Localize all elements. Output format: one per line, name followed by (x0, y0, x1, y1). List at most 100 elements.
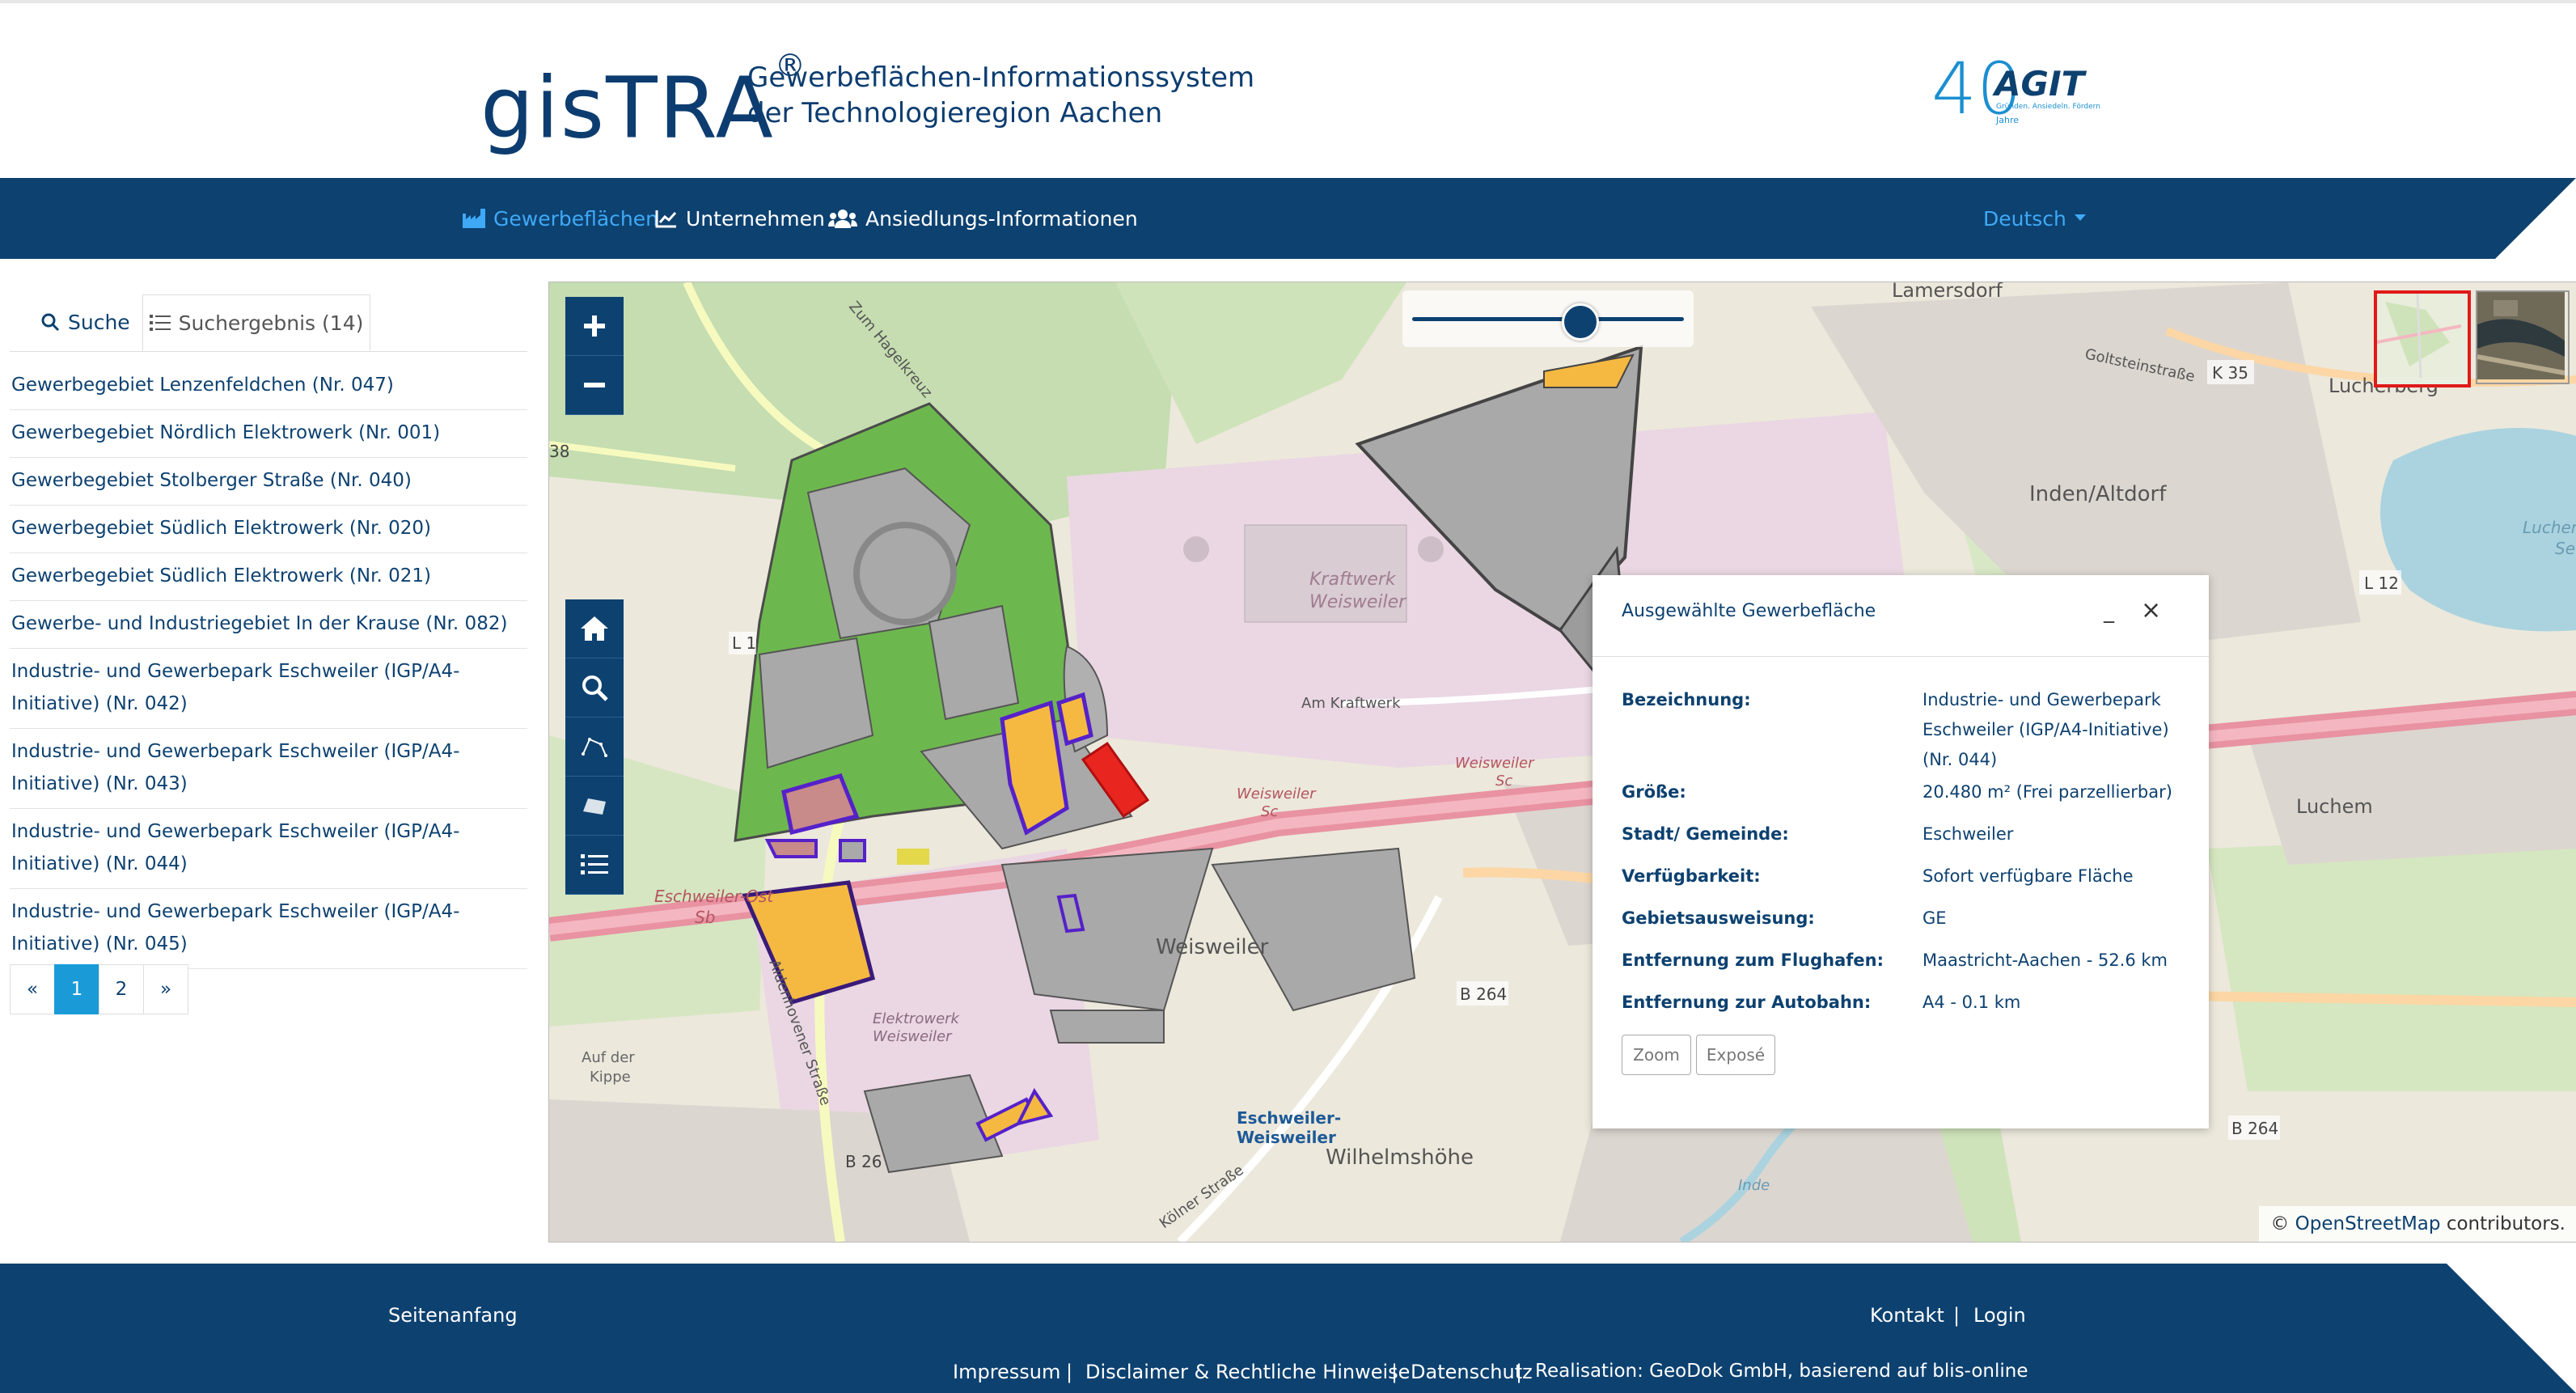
map-label: B 26 (845, 1152, 882, 1171)
popup-label: Größe: (1622, 782, 1686, 802)
datenschutz-link[interactable]: Datenschutz (1411, 1361, 1533, 1383)
popup-value: Eschweiler (1922, 824, 2014, 844)
map-label: K 35 (2212, 363, 2248, 383)
map-label: Weisweiler (1237, 1128, 1336, 1147)
popup-label: Stadt/ Gemeinde: (1622, 824, 1789, 844)
result-item[interactable]: Industrie- und Gewerbepark Eschweiler (I… (10, 809, 527, 889)
impressum-link[interactable]: Impressum (953, 1361, 1060, 1383)
parcel-grey[interactable] (1049, 1010, 1165, 1044)
footer-separator: | (1516, 1361, 1523, 1383)
nav-label: Unternehmen (686, 206, 825, 231)
measure-area-button[interactable] (565, 777, 624, 836)
result-item[interactable]: Gewerbegebiet Stolberger Straße (Nr. 040… (10, 458, 527, 506)
selected-parcel-popup: Ausgewählte Gewerbefläche _ × Bezeichnun… (1593, 575, 2209, 1128)
cooling-tower (1418, 536, 1444, 562)
search-map-button[interactable] (565, 658, 624, 718)
result-item[interactable]: Industrie- und Gewerbepark Eschweiler (I… (10, 889, 527, 969)
caret-down-icon (2074, 214, 2086, 221)
map-view[interactable]: Lamersdorf Goltsteinstraße K 35 Lucherbe… (548, 282, 2576, 1243)
line-chart-icon (655, 210, 677, 228)
disclaimer-link[interactable]: Disclaimer & Rechtliche Hinweise (1085, 1361, 1410, 1383)
zoom-out-button[interactable] (565, 356, 624, 415)
basemap-aerial-thumbnail[interactable] (2476, 290, 2570, 384)
map-label: Auf der (582, 1049, 635, 1066)
map-label: Sb (695, 908, 715, 927)
map-label: Lucher (2523, 518, 2576, 537)
agit-logo-graphic: 40 AGIT Gründen. Ansiedeln. Fördern. Jah… (1931, 47, 2103, 130)
map-label: Weisweiler (1237, 785, 1317, 802)
parcel-grey[interactable] (928, 604, 1020, 721)
map-label: Sc (1261, 803, 1278, 820)
nav-item-ansiedlung[interactable]: Ansiedlungs-Informationen (828, 202, 1138, 235)
map-label: Weisweiler (1309, 592, 1407, 612)
map-label: B 264 (1460, 984, 1507, 1004)
pagination-page-1[interactable]: 1 (54, 964, 99, 1014)
measure-distance-button[interactable] (565, 718, 624, 777)
aerial-thumbnail-icon (2477, 292, 2565, 379)
parcel-reserved[interactable] (764, 839, 818, 858)
nav-item-gewerbeflaechen[interactable]: Gewerbeflächen (463, 202, 658, 235)
kontakt-link[interactable]: Kontakt (1870, 1304, 1944, 1327)
logo-text: gisTRA (480, 58, 775, 158)
openstreetmap-link[interactable]: OpenStreetMap (2295, 1213, 2441, 1234)
map-label: Luchem (2296, 795, 2373, 818)
main-navbar (0, 178, 2576, 259)
map-label: Inden/Altdorf (2029, 482, 2167, 506)
realisation-link[interactable]: Realisation: GeoDok GmbH, basierend auf … (1535, 1361, 2028, 1382)
result-item[interactable]: Gewerbegebiet Nördlich Elektrowerk (Nr. … (10, 410, 527, 458)
measure-line-icon (582, 738, 607, 757)
footer-separator: | (1391, 1361, 1398, 1383)
legend-button[interactable] (565, 836, 624, 895)
popup-label: Entfernung zum Flughafen: (1622, 951, 1884, 970)
parcel-yellow[interactable] (897, 849, 929, 865)
popup-label: Gebietsausweisung: (1622, 908, 1815, 928)
users-icon (828, 210, 857, 228)
footer-separator: | (1953, 1304, 1961, 1327)
opacity-slider[interactable] (1402, 290, 1694, 347)
popup-close-button[interactable]: × (2141, 596, 2161, 625)
map-label: Lamersdorf (1892, 282, 2003, 302)
sidebar-tabs: Suche Suchergebnis (14) (10, 294, 527, 352)
tab-label: Suche (68, 310, 130, 334)
basemap-osm-thumbnail[interactable] (2374, 290, 2471, 387)
agit-logo[interactable]: 40 AGIT Gründen. Ansiedeln. Fördern. Jah… (1931, 47, 2103, 131)
tab-label: Suchergebnis (14) (178, 311, 364, 335)
result-item[interactable]: Industrie- und Gewerbepark Eschweiler (I… (10, 729, 527, 809)
zoom-to-parcel-button[interactable]: Zoom (1622, 1035, 1691, 1075)
parcel-outline[interactable] (839, 839, 866, 862)
popup-value: GE (1922, 908, 1947, 928)
popup-minimize-button[interactable]: _ (2104, 599, 2114, 624)
result-item[interactable]: Gewerbegebiet Südlich Elektrowerk (Nr. 0… (10, 506, 527, 553)
result-item[interactable]: Gewerbegebiet Südlich Elektrowerk (Nr. 0… (10, 553, 527, 601)
nav-item-unternehmen[interactable]: Unternehmen (655, 202, 825, 235)
plus-icon (584, 315, 605, 337)
map-label: Elektrowerk (873, 1010, 961, 1027)
pagination-next[interactable]: » (143, 964, 188, 1014)
popup-value: 20.480 m² (Frei parzellierbar) (1922, 782, 2172, 802)
slider-track[interactable] (1412, 317, 1684, 321)
result-item[interactable]: Industrie- und Gewerbepark Eschweiler (I… (10, 649, 527, 729)
back-to-top-link[interactable]: Seitenanfang (388, 1304, 518, 1327)
popup-title: Ausgewählte Gewerbefläche (1622, 601, 1876, 621)
slider-handle[interactable] (1562, 303, 1600, 341)
result-item[interactable]: Gewerbegebiet Lenzenfeldchen (Nr. 047) (10, 362, 527, 410)
result-item[interactable]: Gewerbe- und Industriegebiet In der Krau… (10, 601, 527, 649)
parcel-available[interactable] (1056, 692, 1093, 747)
home-button[interactable] (565, 599, 624, 658)
nav-label: Gewerbeflächen (493, 206, 658, 231)
popup-label: Entfernung zur Autobahn: (1622, 993, 1872, 1012)
map-label: Se (2555, 539, 2575, 558)
language-dropdown[interactable]: Deutsch (1983, 202, 2086, 235)
expose-button[interactable]: Exposé (1696, 1035, 1775, 1075)
zoom-in-button[interactable] (565, 297, 624, 356)
list-icon (581, 854, 608, 874)
pagination-page-2[interactable]: 2 (99, 964, 144, 1014)
language-label: Deutsch (1983, 206, 2066, 231)
minus-icon (584, 383, 605, 387)
map-canvas[interactable]: Lamersdorf Goltsteinstraße K 35 Lucherbe… (549, 282, 2576, 1242)
tab-suchergebnis[interactable]: Suchergebnis (14) (142, 294, 370, 351)
navbar-corner (2495, 178, 2576, 259)
pagination-prev[interactable]: « (10, 964, 55, 1014)
login-link[interactable]: Login (1973, 1304, 2026, 1327)
tab-suche[interactable]: Suche (24, 294, 162, 349)
